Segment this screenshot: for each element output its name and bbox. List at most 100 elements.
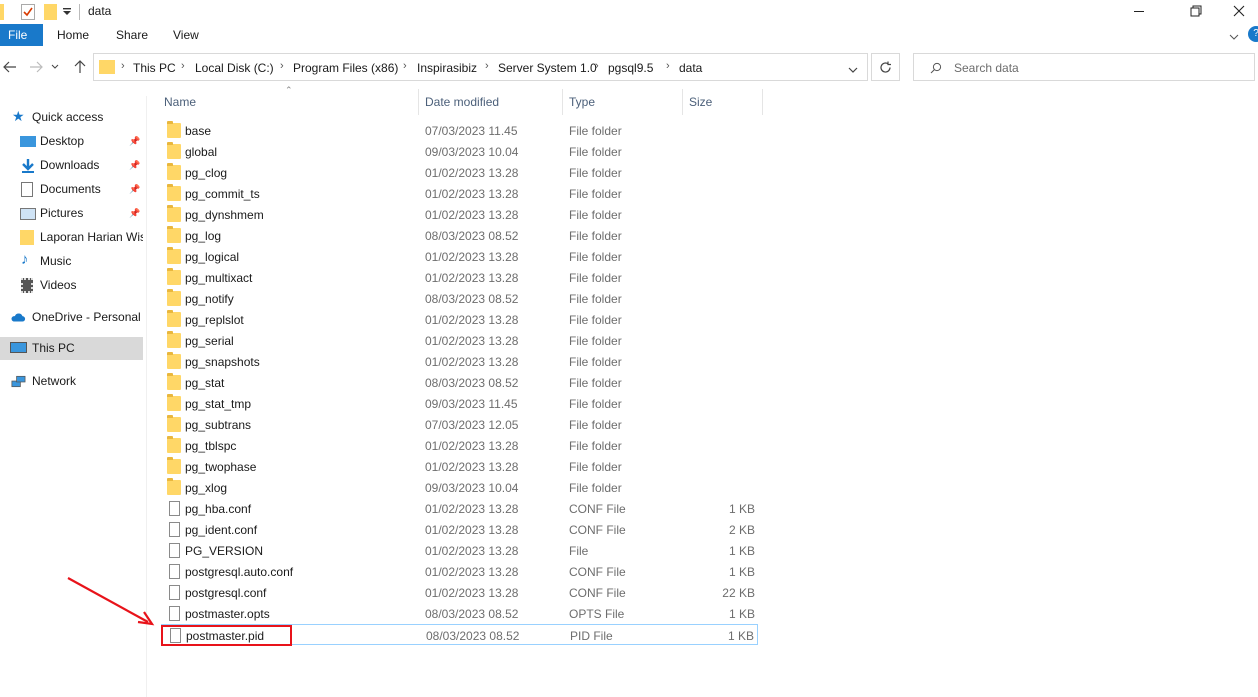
file-date-modified: 01/02/2023 13.28 [425,502,519,516]
sidebar-item-desktop[interactable]: Desktop 📌 [0,130,143,153]
chevron-right-icon[interactable]: › [666,60,670,72]
sidebar-item-quick-access[interactable]: ★ Quick access [0,106,143,129]
restore-button[interactable] [1173,0,1219,22]
file-row[interactable]: pg_xlog 09/03/2023 10.04 File folder [161,477,758,498]
breadcrumb-data[interactable]: data [679,61,702,75]
sidebar-item-laporan-harian[interactable]: Laporan Harian Wis [0,226,143,249]
pin-icon[interactable]: 📌 [129,184,140,195]
column-divider[interactable] [562,89,563,115]
file-row[interactable]: pg_logical 01/02/2023 13.28 File folder [161,246,758,267]
column-size-header[interactable]: Size [689,95,712,109]
sidebar-item-this-pc[interactable]: This PC [0,337,143,360]
file-row[interactable]: pg_subtrans 07/03/2023 12.05 File folder [161,414,758,435]
back-button[interactable] [0,58,20,76]
column-type-header[interactable]: Type [569,95,595,109]
help-icon[interactable]: ? [1248,26,1258,42]
music-icon: ♪ [21,251,29,268]
up-button[interactable] [70,58,90,76]
recent-locations-button[interactable] [49,58,61,76]
file-date-modified: 07/03/2023 11.45 [425,124,518,138]
chevron-right-icon[interactable]: › [181,60,185,72]
file-icon [169,564,180,579]
file-row[interactable]: pg_replslot 01/02/2023 13.28 File folder [161,309,758,330]
file-row[interactable]: pg_dynshmem 01/02/2023 13.28 File folder [161,204,758,225]
sidebar-item-pictures[interactable]: Pictures 📌 [0,202,143,225]
folder-icon [167,394,181,411]
pin-icon[interactable]: 📌 [129,160,140,171]
breadcrumb-server-system[interactable]: Server System 1.0 [498,61,597,75]
file-row[interactable]: pg_log 08/03/2023 08.52 File folder [161,225,758,246]
new-folder-icon[interactable] [44,4,57,20]
file-row[interactable]: pg_commit_ts 01/02/2023 13.28 File folder [161,183,758,204]
file-row[interactable]: pg_ident.conf 01/02/2023 13.28 CONF File 2 … [161,519,758,540]
tab-share[interactable]: Share [108,24,156,46]
sidebar-item-documents[interactable]: Documents 📌 [0,178,143,201]
address-bar[interactable]: › This PC › Local Disk (C:) › Program Fi… [93,53,868,81]
sidebar-item-videos[interactable]: Videos [0,274,143,297]
file-row[interactable]: base 07/03/2023 11.45 File folder [161,120,758,141]
chevron-right-icon[interactable]: › [485,60,489,72]
chevron-right-icon[interactable]: › [403,60,407,72]
file-row[interactable]: global 09/03/2023 10.04 File folder [161,141,758,162]
qat-dropdown-icon[interactable] [62,6,72,20]
sidebar-item-onedrive[interactable]: OneDrive - Personal [0,306,143,329]
minimize-button[interactable] [1116,0,1162,22]
sidebar-item-label: Quick access [32,110,104,124]
breadcrumb-pgsql[interactable]: pgsql9.5 [608,61,653,75]
column-divider[interactable] [682,89,683,115]
chevron-right-icon[interactable]: › [595,60,599,72]
file-name: pg_clog [185,166,228,180]
refresh-button[interactable] [871,53,900,81]
column-date-header[interactable]: Date modified [425,95,499,109]
column-divider[interactable] [762,89,763,115]
expand-ribbon-icon[interactable] [1229,30,1239,44]
sidebar-item-network[interactable]: Network [0,370,143,393]
chevron-right-icon[interactable]: › [121,60,125,72]
file-row[interactable]: pg_tblspc 01/02/2023 13.28 File folder [161,435,758,456]
file-row[interactable]: pg_snapshots 01/02/2023 13.28 File folder [161,351,758,372]
breadcrumb-this-pc[interactable]: This PC [133,61,176,75]
checkbox-icon[interactable] [21,4,35,20]
file-row[interactable]: pg_multixact 01/02/2023 13.28 File folder [161,267,758,288]
file-date-modified: 09/03/2023 11.45 [425,397,518,411]
column-divider[interactable] [418,89,419,115]
tab-home[interactable]: Home [49,24,97,46]
file-date-modified: 01/02/2023 13.28 [425,166,519,180]
file-row[interactable]: pg_serial 01/02/2023 13.28 File folder [161,330,758,351]
file-row[interactable]: pg_twophase 01/02/2023 13.28 File folder [161,456,758,477]
breadcrumb-inspirasibiz[interactable]: Inspirasibiz [417,61,477,75]
folder-icon [167,205,181,222]
breadcrumb-local-disk[interactable]: Local Disk (C:) [195,61,274,75]
sidebar-item-downloads[interactable]: Downloads 📌 [0,154,143,177]
file-row[interactable]: pg_stat_tmp 09/03/2023 11.45 File folder [161,393,758,414]
file-row[interactable]: pg_stat 08/03/2023 08.52 File folder [161,372,758,393]
file-row[interactable]: postgresql.auto.conf 01/02/2023 13.28 CONF… [161,561,758,582]
search-box[interactable]: Search data [913,53,1255,81]
file-row[interactable]: pg_hba.conf 01/02/2023 13.28 CONF File 1 KB [161,498,758,519]
close-button[interactable] [1220,0,1258,22]
tab-file[interactable]: File [0,24,43,46]
file-type: OPTS File [569,607,625,621]
properties-icon[interactable] [0,4,4,20]
file-row[interactable]: pg_clog 01/02/2023 13.28 File folder [161,162,758,183]
folder-icon [167,121,181,138]
chevron-right-icon[interactable]: › [280,60,284,72]
folder-icon [99,60,115,74]
folder-icon [20,230,34,245]
forward-button[interactable] [26,58,46,76]
file-row[interactable]: postmaster.opts 08/03/2023 08.52 OPTS File… [161,603,758,624]
sidebar-item-music[interactable]: ♪ Music [0,250,143,273]
address-dropdown-icon[interactable] [848,63,858,77]
breadcrumb-program-files[interactable]: Program Files (x86) [293,61,398,75]
file-row[interactable]: pg_notify 08/03/2023 08.52 File folder [161,288,758,309]
file-type: PID File [570,629,613,643]
file-size: 1 KB [727,629,754,643]
pin-icon[interactable]: 📌 [129,208,140,219]
file-row[interactable]: postgresql.conf 01/02/2023 13.28 CONF File… [161,582,758,603]
file-type: File folder [569,124,622,138]
file-row[interactable]: PG_VERSION 01/02/2023 13.28 File 1 KB [161,540,758,561]
pin-icon[interactable]: 📌 [129,136,140,147]
file-name: base [185,124,212,138]
tab-view[interactable]: View [165,24,207,46]
column-name-header[interactable]: Name [164,95,196,109]
